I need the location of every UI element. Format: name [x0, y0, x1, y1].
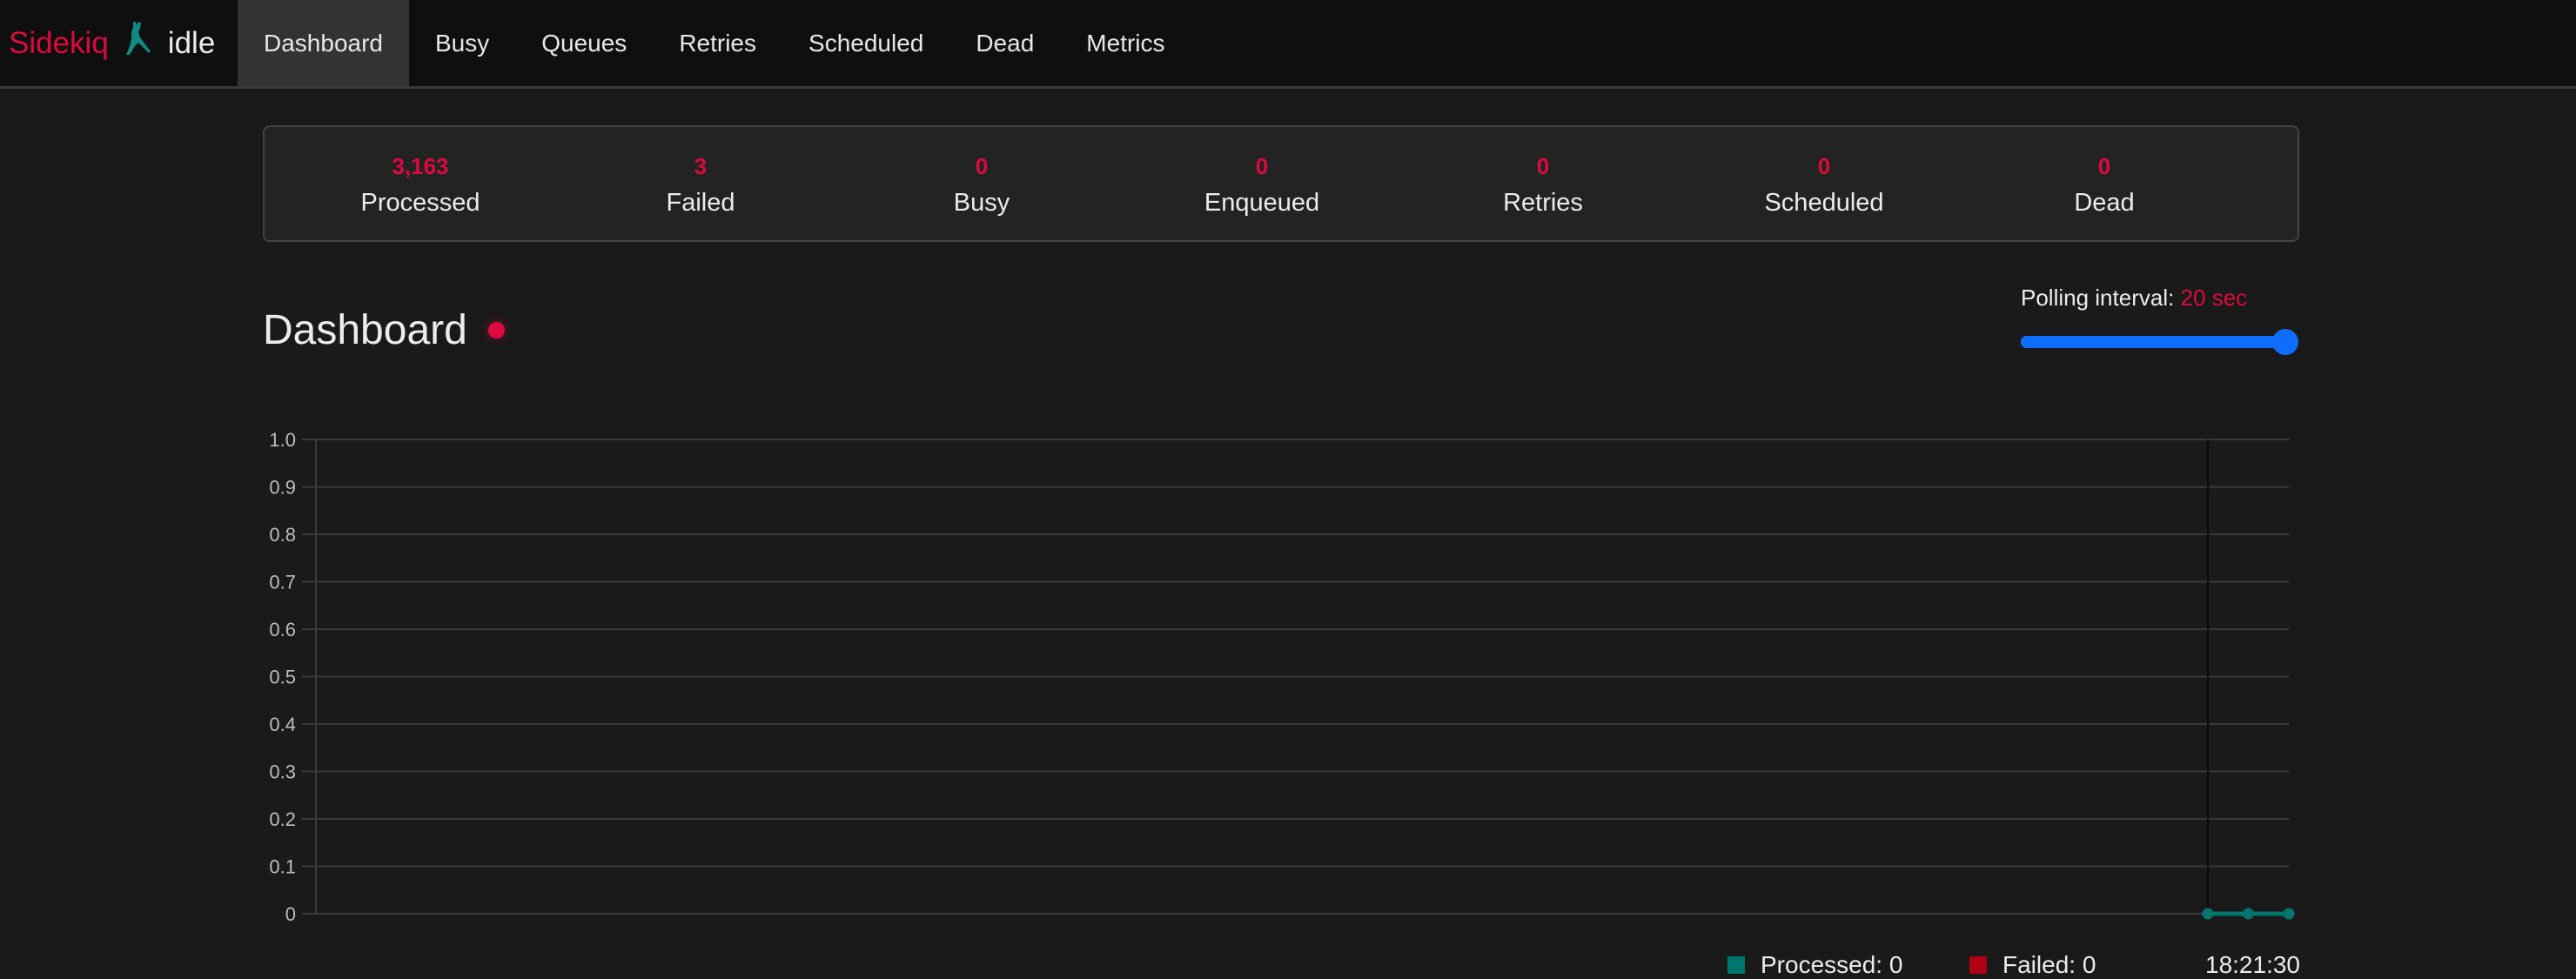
data-point[interactable]: [2202, 908, 2214, 920]
y-tick-label: 0.6: [269, 619, 296, 640]
y-tick-label: 0.5: [269, 667, 296, 688]
y-tick-label: 0.3: [269, 761, 296, 783]
tooltip-time-label: 18:21:30: [2205, 951, 2300, 978]
data-point[interactable]: [2283, 908, 2295, 920]
tooltip-failed-label: Failed: 0: [2002, 951, 2096, 978]
y-tick-label: 0.4: [269, 714, 296, 735]
y-tick-label: 0.8: [269, 524, 296, 546]
tooltip-time: 18:21:30: [2205, 951, 2300, 979]
y-tick-label: 1.0: [269, 429, 296, 451]
series-processed: [2202, 908, 2295, 920]
y-tick-label: 0.2: [269, 808, 296, 830]
tooltip-legend-failed: Failed: 0: [1969, 951, 2096, 979]
y-tick-label: 0.1: [269, 856, 296, 878]
y-tick-label: 0: [285, 903, 296, 925]
tooltip-processed-label: Processed: 0: [1761, 951, 1903, 978]
data-point[interactable]: [2243, 908, 2254, 920]
processed-swatch-icon: [1727, 956, 1745, 974]
tooltip-legend-processed: Processed: 0: [1727, 951, 1902, 979]
y-tick-label: 0.7: [269, 572, 296, 593]
realtime-history-chart: 1.0 0.9 0.8 0.7 0.6 0.5 0.4 0.3 0.2 0.1 0: [269, 429, 2295, 925]
y-tick-label: 0.9: [269, 477, 296, 499]
failed-swatch-icon: [1969, 956, 1987, 974]
